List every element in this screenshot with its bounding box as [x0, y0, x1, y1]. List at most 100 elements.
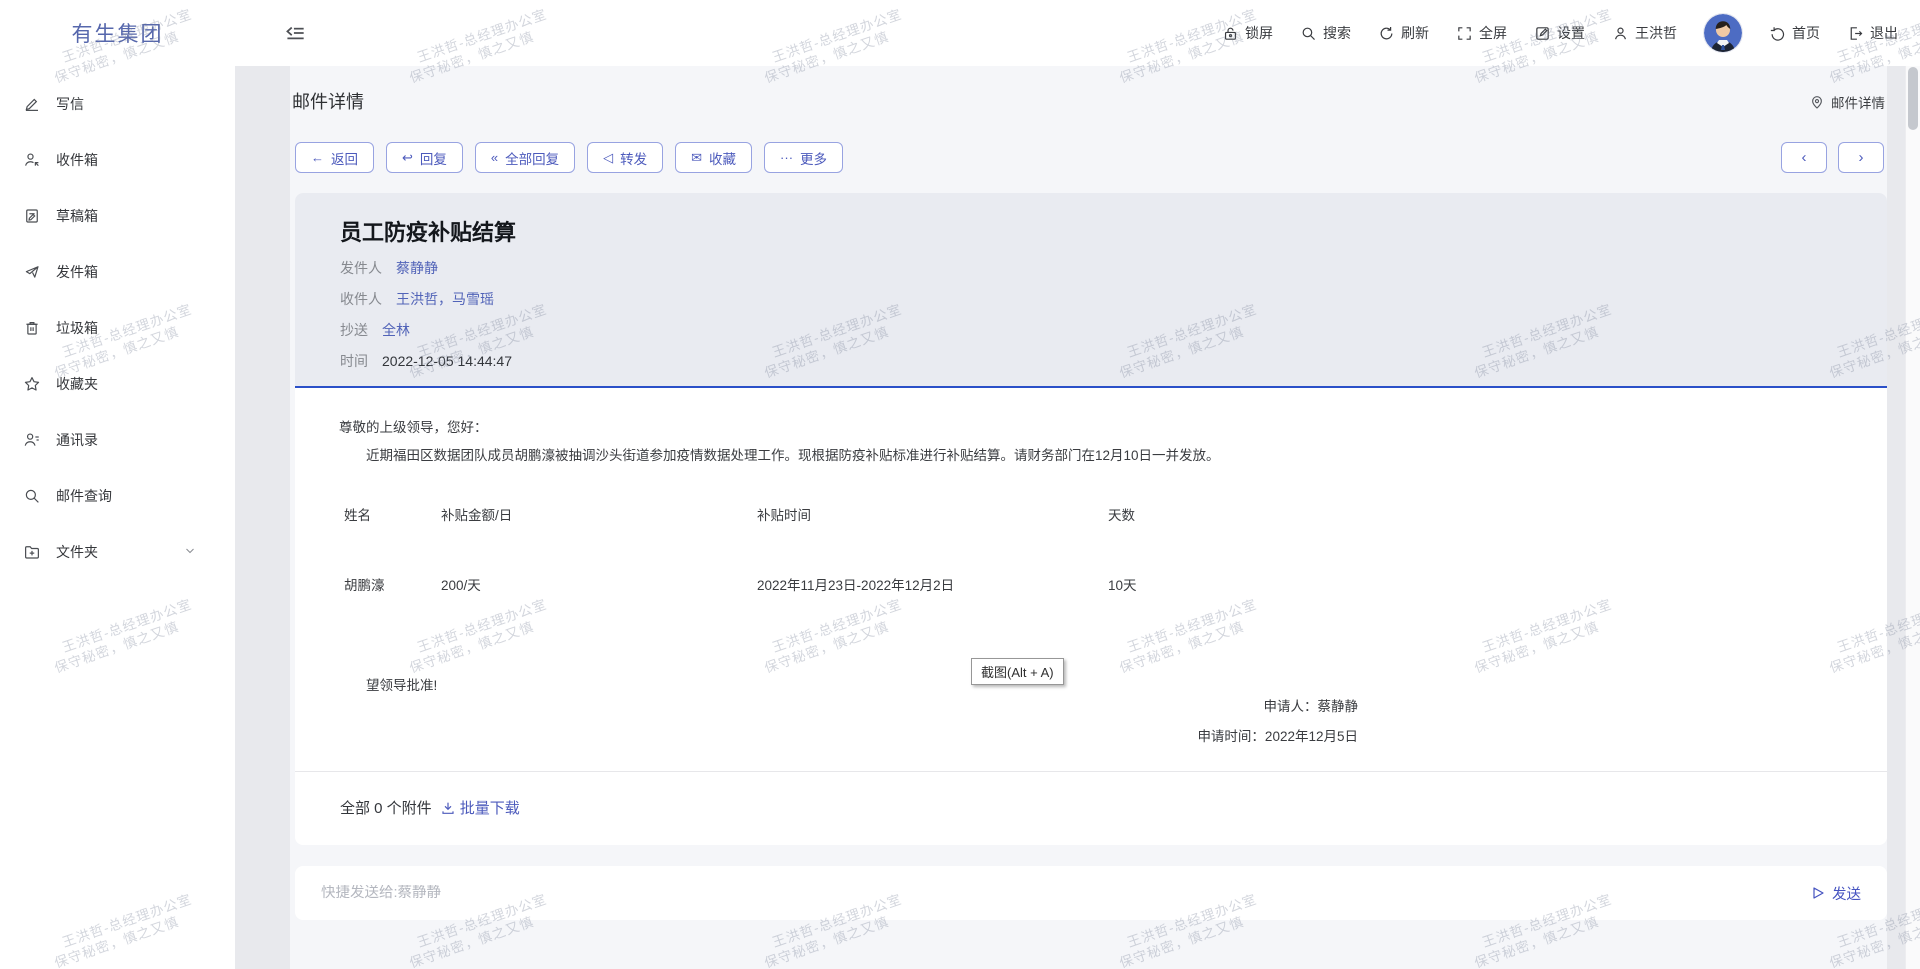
main-area: 邮件详情 邮件详情 ← 返回 ↩ 回复 « 全部回复 — [235, 66, 1920, 969]
fullscreen-icon — [1456, 25, 1473, 42]
sidebar-item-compose[interactable]: 写信 — [0, 76, 235, 132]
quick-send-input[interactable] — [321, 885, 1810, 901]
sidebar-item-folders[interactable]: 文件夹 — [0, 524, 235, 580]
topbar: 有生集团 锁屏 搜索 刷新 — [0, 0, 1920, 66]
cc-label: 抄送 — [340, 319, 368, 341]
location-pin-icon — [1809, 94, 1825, 110]
breadcrumb: 邮件详情 — [1809, 92, 1885, 112]
send-icon — [1810, 885, 1826, 901]
subsidy-table: 姓名 补贴金额/日 补贴时间 天数 胡鹏濠 200/天 2022年11月23日-… — [344, 506, 1887, 596]
forward-button[interactable]: ◁ 转发 — [587, 142, 663, 173]
mail-paragraph: 近期福田区数据团队成员胡鹏濠被抽调沙头街道参加疫情数据处理工作。现根据防疫补贴标… — [339, 446, 1887, 466]
chevron-down-icon[interactable] — [183, 544, 197, 561]
batch-download-button[interactable]: 批量下载 — [440, 797, 520, 818]
forward-icon: ◁ — [603, 151, 613, 164]
mail-signature: 申请人：蔡静静 申请时间：2022年12月5日 — [1197, 700, 1358, 743]
user-avatar[interactable] — [1704, 14, 1742, 52]
sidebar-item-drafts[interactable]: 草稿箱 — [0, 188, 235, 244]
page-title: 邮件详情 — [292, 88, 364, 114]
mail-time: 2022-12-05 14:44:47 — [382, 350, 512, 372]
topbar-actions: 锁屏 搜索 刷新 全屏 — [1222, 0, 1898, 66]
trash-icon — [23, 319, 41, 337]
from-label: 发件人 — [340, 257, 382, 279]
mail-pager: ‹ › — [1781, 142, 1884, 173]
table-header-name: 姓名 — [344, 506, 441, 526]
compose-icon — [23, 95, 41, 113]
chevron-left-icon: ‹ — [1802, 149, 1807, 166]
more-icon: ··· — [780, 151, 793, 164]
refresh-button[interactable]: 刷新 — [1378, 23, 1429, 43]
home-button[interactable]: 首页 — [1769, 23, 1820, 43]
current-user[interactable]: 王洪哲 — [1612, 23, 1677, 43]
chevron-right-icon: › — [1859, 149, 1864, 166]
avatar-photo-icon — [1704, 14, 1742, 52]
reply-all-button[interactable]: « 全部回复 — [475, 142, 575, 173]
table-cell-period: 2022年11月23日-2022年12月2日 — [757, 576, 1108, 596]
mail-closing: 望领导批准! — [366, 676, 1887, 696]
mail-body: 尊敬的上级领导，您好： 近期福田区数据团队成员胡鹏濠被抽调沙头街道参加疫情数据处… — [295, 388, 1887, 771]
breadcrumb-label: 邮件详情 — [1831, 92, 1885, 112]
reply-button[interactable]: ↩ 回复 — [386, 142, 463, 173]
next-mail-button[interactable]: › — [1838, 142, 1884, 173]
settings-button[interactable]: 设置 — [1534, 23, 1585, 43]
search-button[interactable]: 搜索 — [1300, 23, 1351, 43]
star-icon — [23, 375, 41, 393]
reply-all-icon: « — [491, 151, 498, 164]
sidebar-item-inbox[interactable]: 收件箱 — [0, 132, 235, 188]
sent-icon — [23, 263, 41, 281]
logout-icon — [1847, 25, 1864, 42]
back-button[interactable]: ← 返回 — [295, 142, 374, 173]
scrollbar-thumb[interactable] — [1908, 67, 1918, 130]
fullscreen-button[interactable]: 全屏 — [1456, 23, 1507, 43]
mail-toolbar: ← 返回 ↩ 回复 « 全部回复 ◁ 转发 ✉ 收藏 — [295, 142, 843, 173]
send-button[interactable]: 发送 — [1810, 883, 1861, 904]
quick-send-bar: 发送 — [295, 866, 1887, 920]
table-header-amount: 补贴金额/日 — [441, 506, 757, 526]
search-icon — [1300, 25, 1317, 42]
sidebar: 写信 收件箱 草稿箱 发件箱 垃圾箱 — [0, 66, 235, 969]
attachments-bar: 全部 0 个附件 批量下载 — [295, 771, 1887, 843]
sidebar-item-mail-search[interactable]: 邮件查询 — [0, 468, 235, 524]
back-icon: ← — [311, 151, 324, 164]
apply-date-line: 申请时间：2022年12月5日 — [1197, 730, 1358, 744]
lock-screen-button[interactable]: 锁屏 — [1222, 23, 1273, 43]
settings-icon — [1534, 25, 1551, 42]
sidebar-item-trash[interactable]: 垃圾箱 — [0, 300, 235, 356]
to-contacts[interactable]: 王洪哲，马雪瑶 — [396, 288, 494, 310]
scrollbar-track[interactable] — [1905, 66, 1920, 969]
table-cell-name: 胡鹏濠 — [344, 576, 441, 596]
mail-card: 员工防疫补贴结算 发件人 蔡静静 收件人 王洪哲，马雪瑶 抄送 全林 时间 — [295, 193, 1887, 845]
drafts-icon — [23, 207, 41, 225]
mail-detail-panel: 邮件详情 邮件详情 ← 返回 ↩ 回复 « 全部回复 — [290, 66, 1887, 969]
more-button[interactable]: ··· 更多 — [764, 142, 843, 173]
collect-button[interactable]: ✉ 收藏 — [675, 142, 752, 173]
mail-header: 员工防疫补贴结算 发件人 蔡静静 收件人 王洪哲，马雪瑶 抄送 全林 时间 — [295, 193, 1887, 388]
applicant-line: 申请人：蔡静静 — [1197, 700, 1358, 714]
from-contact[interactable]: 蔡静静 — [396, 257, 438, 279]
collect-mail-icon: ✉ — [691, 151, 702, 164]
sidebar-item-contacts[interactable]: 通讯录 — [0, 412, 235, 468]
sidebar-item-favorites[interactable]: 收藏夹 — [0, 356, 235, 412]
table-header-period: 补贴时间 — [757, 506, 1108, 526]
logout-button[interactable]: 退出 — [1847, 23, 1898, 43]
download-icon — [440, 800, 456, 816]
mail-subject: 员工防疫补贴结算 — [340, 218, 1843, 248]
prev-mail-button[interactable]: ‹ — [1781, 142, 1827, 173]
table-cell-amount: 200/天 — [441, 576, 757, 596]
table-cell-days: 10天 — [1108, 576, 1887, 596]
user-icon — [1612, 25, 1629, 42]
reply-icon: ↩ — [402, 151, 413, 164]
time-label: 时间 — [340, 350, 368, 372]
folder-icon — [23, 543, 41, 561]
lock-icon — [1222, 25, 1239, 42]
mail-app: 有生集团 锁屏 搜索 刷新 — [0, 0, 1920, 969]
to-label: 收件人 — [340, 288, 382, 310]
screenshot-tooltip: 截图(Alt + A) — [971, 658, 1064, 685]
brand-logo: 有生集团 — [0, 0, 235, 66]
contacts-icon — [23, 431, 41, 449]
collapse-sidebar-button[interactable] — [282, 20, 308, 46]
cc-contact[interactable]: 全林 — [382, 319, 410, 341]
home-back-icon — [1769, 25, 1786, 42]
inbox-icon — [23, 151, 41, 169]
sidebar-item-sent[interactable]: 发件箱 — [0, 244, 235, 300]
